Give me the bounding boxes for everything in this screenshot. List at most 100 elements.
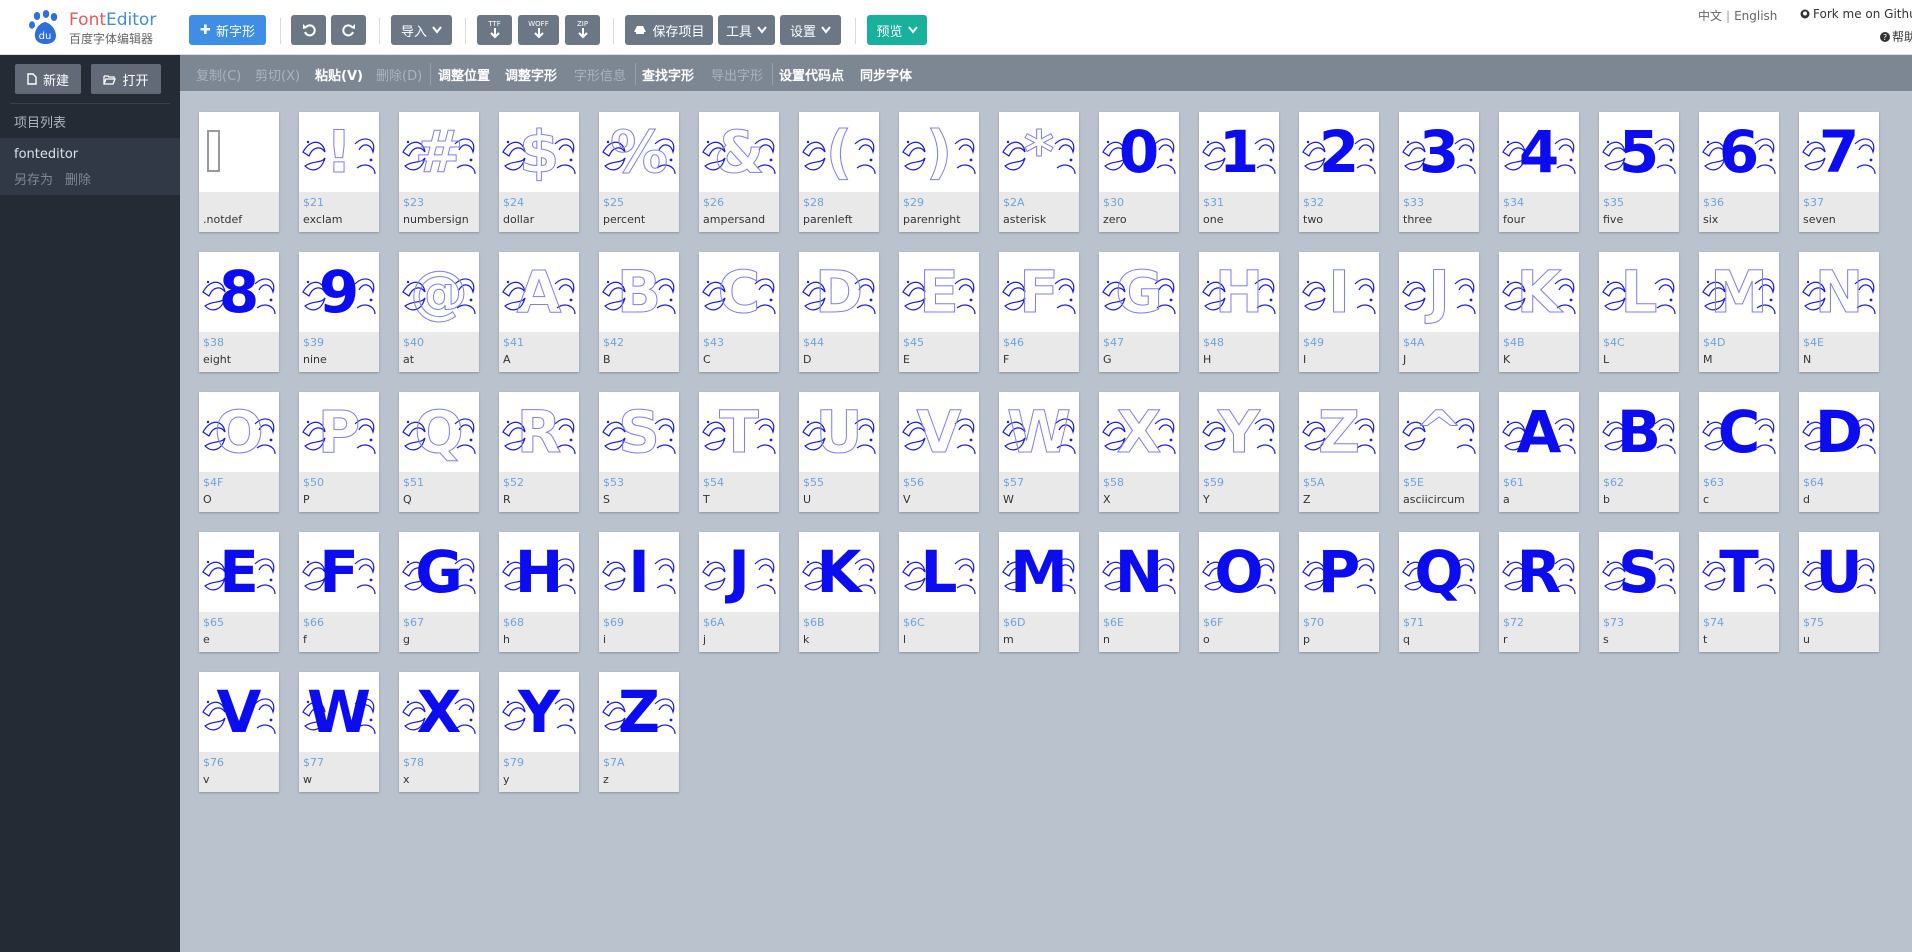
glyph-cell[interactable]: A $41 A xyxy=(499,252,579,372)
glyph-cell[interactable]: $ $24 dollar xyxy=(499,112,579,232)
glyph-cell[interactable]: Z $5A Z xyxy=(1299,392,1379,512)
fork-github-link[interactable]: Fork me on Github xyxy=(1800,7,1912,21)
delete-project-link[interactable]: 删除 xyxy=(65,173,91,188)
glyph-cell[interactable]: P $70 p xyxy=(1299,532,1379,652)
glyph-cell[interactable]: Y $79 y xyxy=(499,672,579,792)
glyph-cell[interactable]: R $52 R xyxy=(499,392,579,512)
glyph-cell[interactable]: D $44 D xyxy=(799,252,879,372)
glyph-cell[interactable]: H $68 h xyxy=(499,532,579,652)
export-woff-button[interactable]: WOFF xyxy=(518,15,559,45)
glyph-cell[interactable]: U $55 U xyxy=(799,392,879,512)
glyph-cell[interactable]: X $78 x xyxy=(399,672,479,792)
glyph-cell[interactable]: X $58 X xyxy=(1099,392,1179,512)
glyph-cell[interactable]: N $6E n xyxy=(1099,532,1179,652)
glyph-cell[interactable]: Y $59 Y xyxy=(1199,392,1279,512)
glyph-cell[interactable]: C $63 c xyxy=(1699,392,1779,512)
glyph-cell[interactable]: A $61 a xyxy=(1499,392,1579,512)
cut-action[interactable]: 剪切(X) xyxy=(255,65,300,84)
import-dropdown[interactable]: 导入 xyxy=(391,15,452,45)
tools-dropdown[interactable]: 工具 xyxy=(718,15,775,45)
glyph-cell[interactable]: D $64 d xyxy=(1799,392,1879,512)
glyph-cell[interactable]: G $47 G xyxy=(1099,252,1179,372)
glyph-cell[interactable]: I $69 i xyxy=(599,532,679,652)
glyph-cell[interactable]: C $43 C xyxy=(699,252,779,372)
glyph-cell[interactable]: B $42 B xyxy=(599,252,679,372)
glyph-cell[interactable]: P $50 P xyxy=(299,392,379,512)
glyph-cell[interactable]: ^ $5E asciicircum xyxy=(1399,392,1479,512)
glyph-info-action[interactable]: 字形信息 xyxy=(574,65,626,84)
glyph-cell[interactable]: 8 $38 eight xyxy=(199,252,279,372)
glyph-cell[interactable]: 0 $30 zero xyxy=(1099,112,1179,232)
glyph-cell[interactable]: H $48 H xyxy=(1199,252,1279,372)
export-zip-button[interactable]: ZIP xyxy=(565,15,600,45)
adjust-position-action[interactable]: 调整位置 xyxy=(438,65,490,84)
glyph-cell[interactable]: E $65 e xyxy=(199,532,279,652)
glyph-cell[interactable]: 6 $36 six xyxy=(1699,112,1779,232)
glyph-cell[interactable]: Z $7A z xyxy=(599,672,679,792)
glyph-cell[interactable]: 3 $33 three xyxy=(1399,112,1479,232)
glyph-cell[interactable]: 2 $32 two xyxy=(1299,112,1379,232)
redo-button[interactable] xyxy=(331,15,366,45)
glyph-cell[interactable]: S $73 s xyxy=(1599,532,1679,652)
glyph-cell[interactable]: K $6B k xyxy=(799,532,879,652)
glyph-cell[interactable]: 1 $31 one xyxy=(1199,112,1279,232)
glyph-cell[interactable]: E $45 E xyxy=(899,252,979,372)
lang-en-link[interactable]: English xyxy=(1734,9,1777,23)
open-project-button[interactable]: 打开 xyxy=(91,64,161,94)
glyph-cell[interactable]: G $67 g xyxy=(399,532,479,652)
glyph-cell[interactable]: # $23 numbersign xyxy=(399,112,479,232)
undo-button[interactable] xyxy=(291,15,326,45)
preview-dropdown[interactable]: 预览 xyxy=(867,15,927,45)
glyph-cell[interactable]: F $66 f xyxy=(299,532,379,652)
adjust-glyph-action[interactable]: 调整字形 xyxy=(505,65,557,84)
glyph-cell[interactable]: 7 $37 seven xyxy=(1799,112,1879,232)
copy-action[interactable]: 复制(C) xyxy=(196,65,241,84)
glyph-cell[interactable]: B $62 b xyxy=(1599,392,1679,512)
new-project-button[interactable]: 新建 xyxy=(15,64,81,94)
glyph-cell[interactable]: % $25 percent xyxy=(599,112,679,232)
glyph-cell[interactable]: .notdef xyxy=(199,112,279,232)
glyph-cell[interactable]: O $4F O xyxy=(199,392,279,512)
glyph-cell[interactable]: W $77 w xyxy=(299,672,379,792)
save-project-button[interactable]: 保存项目 xyxy=(625,15,713,45)
sync-font-action[interactable]: 同步字体 xyxy=(860,65,912,84)
glyph-cell[interactable]: L $4C L xyxy=(1599,252,1679,372)
glyph-cell[interactable]: 5 $35 five xyxy=(1599,112,1679,232)
glyph-cell[interactable]: W $57 W xyxy=(999,392,1079,512)
glyph-cell[interactable]: O $6F o xyxy=(1199,532,1279,652)
glyph-cell[interactable]: Q $71 q xyxy=(1399,532,1479,652)
glyph-cell[interactable]: U $75 u xyxy=(1799,532,1879,652)
glyph-cell[interactable]: T $54 T xyxy=(699,392,779,512)
glyph-cell[interactable]: Q $51 Q xyxy=(399,392,479,512)
project-name[interactable]: fonteditor xyxy=(14,147,78,162)
glyph-cell[interactable]: J $4A J xyxy=(1399,252,1479,372)
help-link[interactable]: ? 帮助 xyxy=(1880,28,1912,45)
lang-zh-link[interactable]: 中文 xyxy=(1698,9,1722,23)
glyph-cell[interactable]: M $6D m xyxy=(999,532,1079,652)
glyph-cell[interactable]: V $56 V xyxy=(899,392,979,512)
delete-action[interactable]: 删除(D) xyxy=(376,65,422,84)
glyph-cell[interactable]: F $46 F xyxy=(999,252,1079,372)
glyph-cell[interactable]: S $53 S xyxy=(599,392,679,512)
new-glyph-button[interactable]: ✚ 新字形 xyxy=(189,15,266,45)
glyph-cell[interactable]: ($28 parenleft xyxy=(799,112,879,232)
settings-dropdown[interactable]: 设置 xyxy=(780,15,841,45)
paste-action[interactable]: 粘贴(V) xyxy=(315,65,363,84)
glyph-cell[interactable]: @ $40 at xyxy=(399,252,479,372)
glyph-cell[interactable]: & $26 ampersand xyxy=(699,112,779,232)
glyph-cell[interactable]: T $74 t xyxy=(1699,532,1779,652)
glyph-cell[interactable]: M $4D M xyxy=(1699,252,1779,372)
glyph-cell[interactable]: I $49 I xyxy=(1299,252,1379,372)
glyph-cell[interactable]: * $2A asterisk xyxy=(999,112,1079,232)
save-as-link[interactable]: 另存为 xyxy=(14,173,53,188)
glyph-cell[interactable]: 4 $34 four xyxy=(1499,112,1579,232)
glyph-cell[interactable]: ! $21 exclam xyxy=(299,112,379,232)
glyph-cell[interactable]: ) $29 parenright xyxy=(899,112,979,232)
glyph-cell[interactable]: K $4B K xyxy=(1499,252,1579,372)
glyph-cell[interactable]: R $72 r xyxy=(1499,532,1579,652)
glyph-cell[interactable]: L $6C l xyxy=(899,532,979,652)
glyph-cell[interactable]: J $6A j xyxy=(699,532,779,652)
find-glyph-action[interactable]: 查找字形 xyxy=(642,65,694,84)
export-glyph-action[interactable]: 导出字形 xyxy=(711,65,763,84)
export-ttf-button[interactable]: TTF xyxy=(477,15,512,45)
